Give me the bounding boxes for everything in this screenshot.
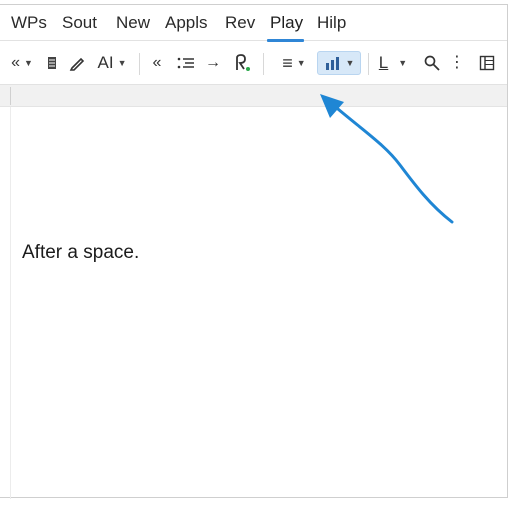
menu-item-rev[interactable]: Rev <box>225 13 255 33</box>
chevron-down-icon: ▼ <box>23 58 33 68</box>
toolbar-separator <box>263 53 264 75</box>
bookmark-button[interactable] <box>44 51 60 75</box>
arrow-right-button[interactable]: → <box>204 51 222 75</box>
align-dropdown[interactable]: ≡ ▼ <box>276 51 312 75</box>
list-icon <box>177 57 194 69</box>
chevron-down-icon: ▼ <box>296 58 306 68</box>
more-icon: ⋮ <box>449 54 465 71</box>
chevron-down-icon: ▼ <box>398 58 408 68</box>
list-button[interactable] <box>175 51 197 75</box>
more-button[interactable]: ⋮ <box>449 51 465 75</box>
menu-item-new[interactable]: New <box>116 13 150 33</box>
columns-icon <box>479 55 495 71</box>
page-margin-line <box>10 107 11 499</box>
toolbar-separator <box>368 53 369 75</box>
chart-icon <box>325 57 339 70</box>
indent-icon: « <box>152 54 162 71</box>
collapse-dropdown[interactable]: «▼ <box>8 51 36 75</box>
menu-item-appls[interactable]: Appls <box>165 13 208 33</box>
menu-bar: WPs Sout New Appls Rev Play Hilp <box>0 5 507 42</box>
toolbar: «▼ AI ▼ « → ≡ ▼ ▼ L ▼ ⋮ <box>0 41 507 85</box>
menu-item-sout[interactable]: Sout <box>62 13 97 33</box>
document-body-text[interactable]: After a space. <box>22 241 139 265</box>
ruler-margin-marker[interactable] <box>10 87 11 105</box>
menu-item-play[interactable]: Play <box>270 13 303 33</box>
arrow-right-icon: → <box>205 54 221 71</box>
menu-item-wps[interactable]: WPs <box>11 13 47 33</box>
chevron-down-icon: ▼ <box>117 58 127 68</box>
underline-icon: L <box>378 53 389 72</box>
indent-button[interactable]: « <box>148 51 166 75</box>
font-style-dropdown[interactable]: AI ▼ <box>94 51 130 75</box>
spell-check-button[interactable] <box>231 51 253 75</box>
search-icon <box>424 55 440 71</box>
menu-item-hilp[interactable]: Hilp <box>317 13 346 33</box>
bookmark-icon <box>48 57 56 69</box>
chart-dropdown[interactable]: ▼ <box>317 51 361 75</box>
align-icon: ≡ <box>282 53 293 73</box>
toolbar-separator <box>139 53 140 75</box>
columns-dropdown[interactable] <box>474 51 500 75</box>
search-button[interactable] <box>421 51 443 75</box>
font-style-icon: AI <box>97 53 114 72</box>
chevron-down-icon: ▼ <box>345 58 355 68</box>
ruler <box>0 85 507 107</box>
pen-icon <box>69 57 85 71</box>
collapse-icon: « <box>11 54 20 71</box>
app-window: WPs Sout New Appls Rev Play Hilp «▼ AI ▼ … <box>0 4 508 499</box>
spell-check-icon <box>236 54 250 71</box>
pen-button[interactable] <box>68 51 86 75</box>
underline-dropdown[interactable]: L ▼ <box>374 51 412 75</box>
